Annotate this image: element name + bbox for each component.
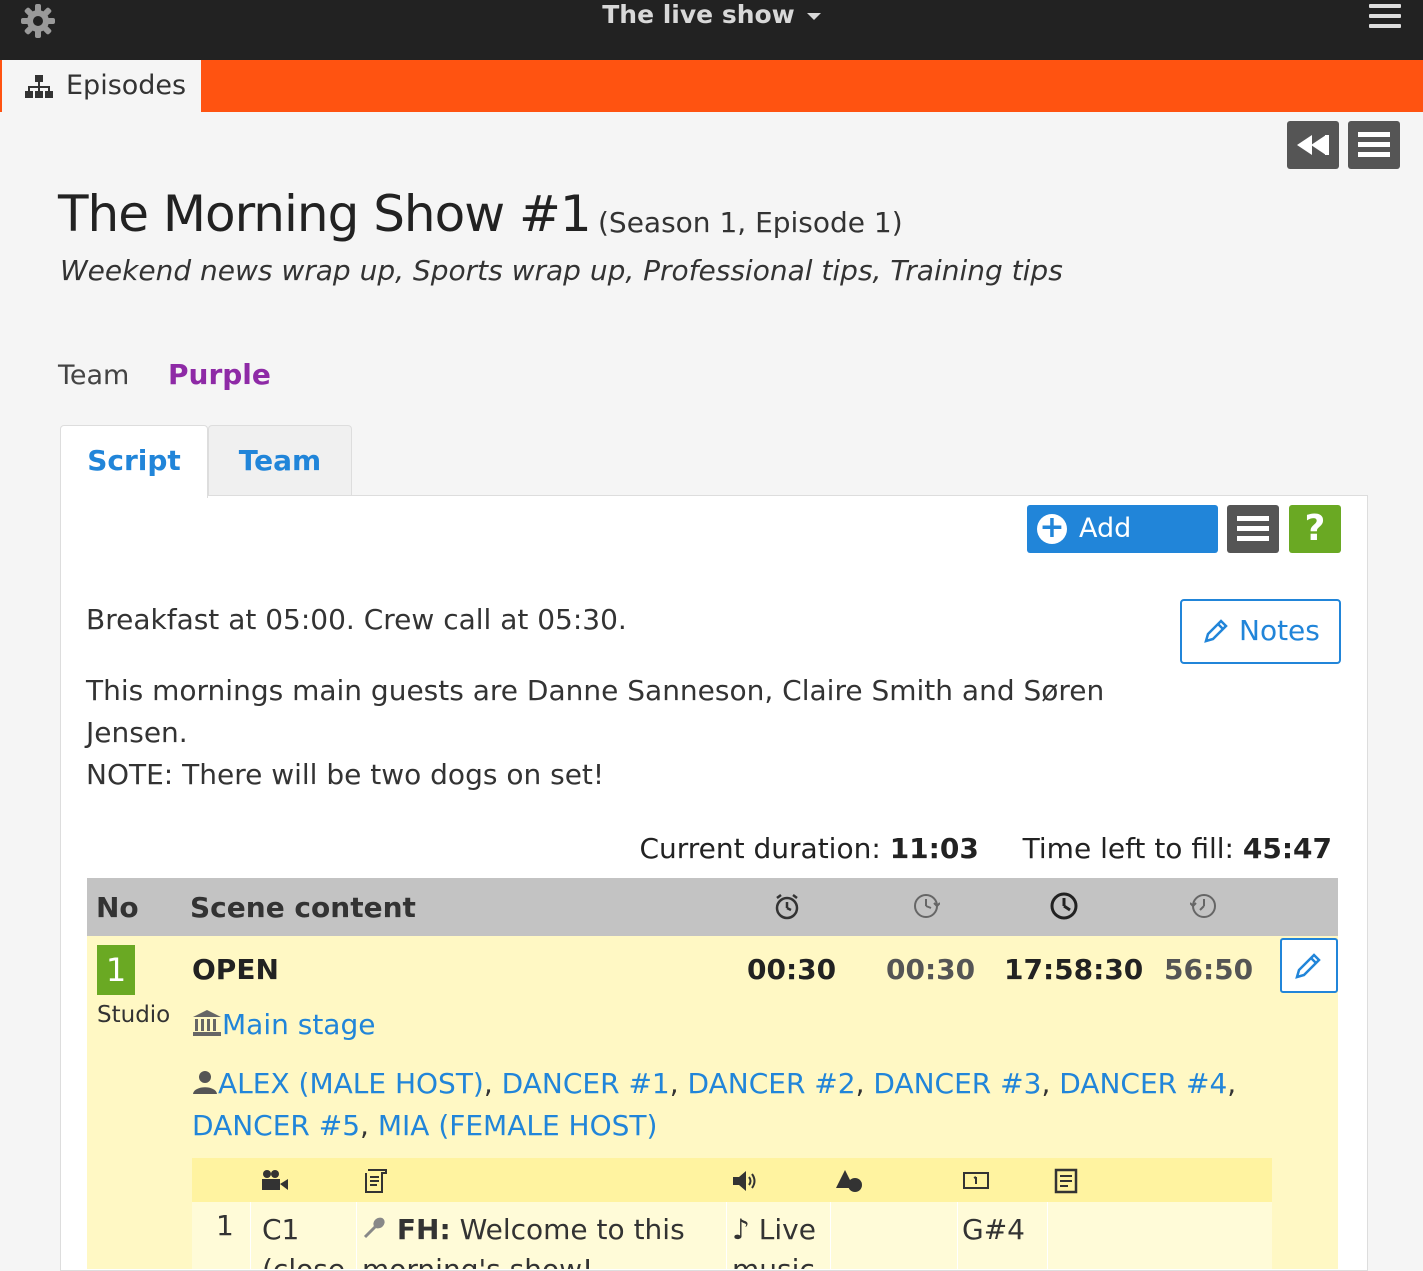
menu-icon	[1237, 516, 1269, 541]
time-left-label: Time left to fill:	[1022, 832, 1234, 865]
rewind-icon	[1297, 135, 1329, 155]
scene-location[interactable]: Main stage	[192, 1008, 375, 1041]
cast-link[interactable]: DANCER #5	[192, 1109, 360, 1142]
episode-note-line: Breakfast at 05:00. Crew call at 05:30.	[86, 603, 627, 636]
time-left-value: 45:47	[1242, 832, 1332, 865]
speaker-icon	[733, 1171, 756, 1191]
main-menu-icon[interactable]	[1369, 4, 1401, 32]
episode-note-line: NOTE: There will be two dogs on set!	[86, 758, 605, 791]
shot-row[interactable]: 1 C1 (close FH: Welcome to this morning'…	[192, 1202, 1272, 1269]
shot-number: 1	[216, 1209, 234, 1242]
episode-note-block: This mornings main guests are Danne Sann…	[86, 670, 1146, 796]
scene-type: Studio	[97, 1002, 171, 1028]
scene-back-time: 56:50	[1164, 953, 1254, 986]
col-no: No	[96, 891, 139, 924]
episode-title: The Morning Show #1	[58, 185, 592, 243]
scene-clock-time: 17:58:30	[1004, 953, 1144, 986]
cast-link[interactable]: MIA (FEMALE HOST)	[378, 1109, 658, 1142]
col-scene-content: Scene content	[190, 891, 416, 924]
menu-icon	[1358, 132, 1390, 157]
person-icon	[193, 1071, 217, 1094]
cast-link[interactable]: DANCER #4	[1059, 1067, 1227, 1100]
tab-script[interactable]: Script	[60, 425, 208, 498]
screen-icon	[963, 1172, 989, 1189]
episode-note-line: This mornings main guests are Danne Sann…	[86, 674, 1105, 749]
camera-icon	[262, 1170, 288, 1190]
plus-circle-icon: +	[1037, 513, 1067, 544]
add-scene-button[interactable]: + Add scene	[1027, 505, 1218, 592]
microphone-icon	[363, 1217, 385, 1239]
cast-link[interactable]: DANCER #3	[873, 1067, 1041, 1100]
scene-table-header: No Scene content	[87, 878, 1338, 936]
chevron-down-icon	[806, 12, 821, 20]
shapes-icon	[836, 1170, 862, 1192]
app-title[interactable]: The live show	[0, 0, 1423, 30]
app-title-text[interactable]: The live show	[602, 0, 795, 29]
sitemap-icon	[24, 75, 54, 99]
help-button[interactable]: ?	[1289, 505, 1341, 553]
cast-link[interactable]: DANCER #1	[502, 1067, 670, 1100]
scene-cast: ALEX (MALE HOST), DANCER #1, DANCER #2, …	[192, 1067, 1237, 1142]
shot-table-header	[192, 1158, 1272, 1202]
pencil-icon	[1204, 619, 1228, 643]
team-label: Team	[58, 360, 130, 391]
episode-subtitle: Weekend news wrap up, Sports wrap up, Pr…	[60, 254, 1063, 287]
season-label: (Season 1, Episode 1)	[598, 206, 903, 239]
shot-script: FH: Welcome to this morning's show!	[362, 1210, 722, 1269]
scene-running-time: 00:30	[886, 953, 976, 986]
scene-location-link[interactable]: Main stage	[222, 1008, 375, 1041]
scene-number-badge: 1	[97, 945, 135, 995]
tab-team[interactable]: Team	[208, 425, 352, 496]
clock-icon	[1050, 892, 1078, 920]
clock-forward-icon	[1190, 894, 1216, 918]
shot-audio: ♪ Live music	[732, 1213, 816, 1269]
edit-scene-button[interactable]	[1280, 938, 1338, 993]
cast-link[interactable]: ALEX (MALE HOST)	[218, 1067, 484, 1100]
shot-screen: G#4	[962, 1213, 1025, 1246]
current-duration-value: 11:03	[889, 832, 979, 865]
scene-duration: 00:30	[747, 953, 837, 986]
notes-icon	[1054, 1168, 1078, 1194]
pencil-icon	[1295, 953, 1321, 979]
team-value: Purple	[168, 358, 271, 391]
add-scene-label: Add scene	[1079, 513, 1159, 592]
script-menu-button[interactable]	[1227, 505, 1279, 553]
notes-button[interactable]: Notes	[1180, 599, 1341, 664]
episode-menu-button[interactable]	[1348, 121, 1400, 169]
script-icon	[365, 1169, 387, 1193]
shot-camera: C1 (close	[262, 1213, 345, 1269]
building-icon	[193, 1010, 221, 1036]
cast-link[interactable]: DANCER #2	[688, 1067, 856, 1100]
episodes-tab[interactable]: Episodes	[2, 60, 201, 112]
episodes-label[interactable]: Episodes	[66, 70, 186, 101]
notes-label: Notes	[1239, 614, 1320, 647]
current-duration-label: Current duration:	[639, 832, 881, 865]
top-bar: The live show	[0, 0, 1423, 60]
clock-back-icon	[914, 894, 940, 918]
shot-speaker: FH:	[396, 1213, 451, 1246]
scene-title: OPEN	[192, 953, 279, 986]
duration-summary: Current duration: 11:03 Time left to fil…	[0, 832, 1332, 865]
nav-bar	[0, 60, 1423, 112]
rewind-button[interactable]	[1287, 121, 1339, 169]
stopwatch-icon	[775, 894, 799, 920]
